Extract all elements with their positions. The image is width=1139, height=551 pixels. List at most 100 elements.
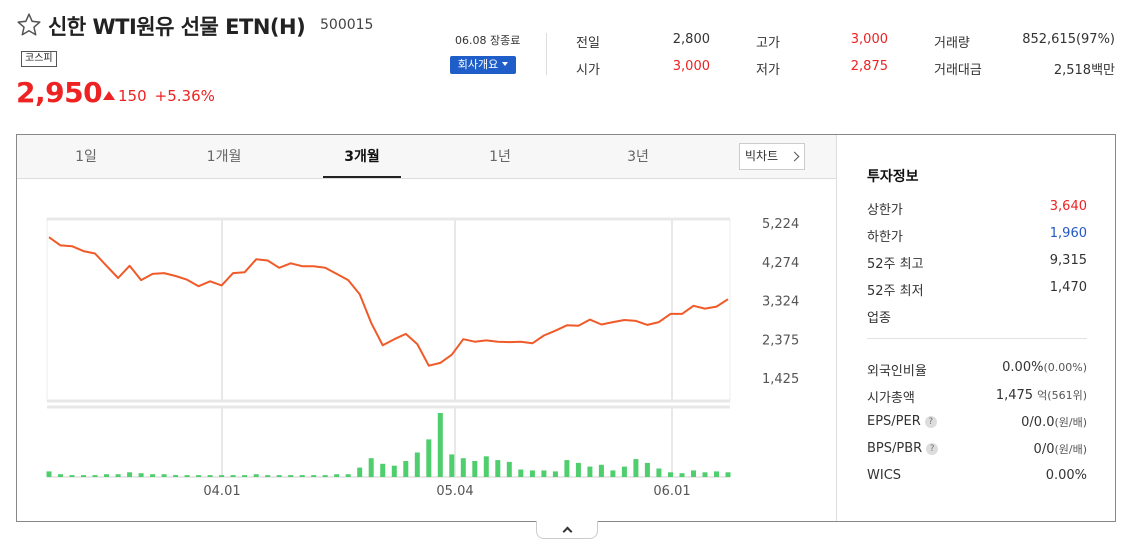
volume-value: 852,615(97%): [1022, 32, 1115, 47]
lower-limit-label: 하한가: [867, 230, 903, 245]
high-label: 고가: [756, 36, 780, 51]
volume-bar: [380, 463, 386, 477]
52week-low-label: 52주 최저: [867, 284, 924, 299]
lower-limit-row: 하한가 1,960: [867, 226, 1087, 245]
active-tab-indicator: [323, 176, 401, 178]
volume-bar: [69, 475, 75, 477]
investment-info-panel: 투자정보 상한가 3,640 하한가 1,960 52주 최고 9,315 52…: [837, 135, 1115, 521]
wics-value: 0.00%: [1045, 468, 1087, 483]
stock-code: 500015: [320, 17, 374, 33]
volume-bar: [357, 467, 363, 477]
market-cap-row: 시가총액 1,475 억(561위): [867, 387, 1087, 406]
sector-row: 업종: [867, 307, 1087, 326]
lower-limit-value: 1,960: [1049, 226, 1087, 241]
tab-1day[interactable]: 1일: [46, 135, 126, 179]
foreign-ratio-value: 0.00%: [1002, 360, 1044, 375]
volume-bar: [311, 475, 317, 477]
market-badge: 코스피: [21, 51, 57, 67]
volume-bar: [196, 475, 202, 477]
foreign-ratio-label: 외국인비율: [867, 364, 927, 379]
volume-bar: [345, 474, 351, 477]
open-value: 3,000: [672, 59, 710, 74]
change-amount: 150: [118, 87, 147, 105]
market-cap-value: 1,475: [995, 388, 1034, 403]
bps-pbr-value: 0/0: [1033, 442, 1055, 457]
volume-bar: [288, 475, 294, 477]
bps-pbr-unit: (원/배): [1054, 443, 1087, 456]
tab-1month[interactable]: 1개월: [184, 135, 264, 179]
amount-label: 거래대금: [934, 63, 982, 78]
low-label: 저가: [756, 63, 780, 78]
upper-limit-row: 상한가 3,640: [867, 199, 1087, 218]
volume-bar: [668, 472, 673, 477]
volume-bar: [495, 460, 501, 477]
caret-down-icon: [502, 62, 509, 66]
volume-bar: [633, 459, 639, 477]
stock-name: 신한 WTI원유 선물 ETN(H): [48, 15, 306, 39]
y-tick-label: 3,324: [762, 295, 799, 310]
current-price: 2,950: [16, 76, 103, 109]
volume-bar: [322, 475, 328, 477]
volume-bar: [138, 473, 144, 477]
volume-bar: [219, 475, 225, 477]
help-icon[interactable]: ?: [924, 416, 937, 428]
volume-bar: [46, 471, 52, 477]
price-series-line: [48, 236, 729, 367]
volume-bar: [598, 464, 604, 477]
volume-bar: [426, 439, 432, 477]
bps-pbr-label: BPS/PBR: [867, 441, 923, 456]
company-overview-button[interactable]: 회사개요: [450, 56, 516, 74]
open-label: 시가: [576, 63, 600, 78]
volume-bar: [518, 469, 524, 477]
volume-bar: [541, 470, 547, 477]
period-tabs: 1일 1개월 3개월 1년 3년 빅차트: [17, 135, 836, 179]
tab-1year[interactable]: 1년: [460, 135, 540, 179]
volume-bar: [725, 472, 731, 477]
price-grid-frame: [46, 218, 731, 402]
up-arrow-icon: [103, 91, 115, 100]
price-chart[interactable]: 5,224 4,274 3,324 2,375 1,425 04.01 05.04 06.01: [17, 179, 836, 521]
collapse-toggle[interactable]: [536, 521, 598, 539]
volume-bar: [334, 474, 340, 477]
chevron-right-icon: [789, 151, 800, 162]
eps-per-value: 0/0.0: [1021, 415, 1055, 430]
volume-bar: [104, 474, 109, 477]
volume-bar: [173, 475, 179, 477]
volume-bar: [276, 475, 282, 477]
market-cap-label: 시가총액: [867, 391, 915, 406]
volume-bar: [115, 474, 121, 477]
y-tick-label: 5,224: [762, 217, 799, 232]
volume-bar: [253, 474, 259, 477]
volume-bar: [714, 471, 719, 477]
help-icon[interactable]: ?: [926, 443, 939, 455]
volume-bar: [391, 465, 397, 477]
bigchart-button[interactable]: 빅차트: [739, 143, 805, 170]
market-cap-rank: (561위): [1047, 389, 1087, 402]
volume-bar: [150, 474, 156, 477]
volume-bar: [621, 466, 627, 477]
chevron-up-icon: [562, 526, 573, 537]
wics-row: WICS 0.00%: [867, 468, 1087, 486]
volume-bar: [610, 470, 616, 477]
sector-label: 업종: [867, 311, 891, 326]
eps-per-row: EPS/PER? 0/0.0(원/배): [867, 414, 1087, 432]
y-tick-label: 4,274: [762, 256, 799, 271]
market-status: 06.08 장종료: [455, 34, 521, 47]
change-percent: +5.36%: [154, 87, 215, 105]
volume-bar: [92, 475, 98, 477]
header-divider: [546, 33, 547, 75]
volume-bar: [691, 470, 696, 477]
volume-bar: [460, 458, 466, 477]
tab-3year[interactable]: 3년: [598, 135, 678, 179]
favorite-star-icon[interactable]: [16, 12, 42, 38]
52week-low-value: 1,470: [1049, 280, 1087, 295]
x-tick-label: 04.01: [203, 484, 240, 499]
volume-bar: [161, 474, 167, 477]
volume-bar: [644, 462, 650, 477]
volume-bar: [368, 458, 374, 477]
tab-3month[interactable]: 3개월: [322, 135, 402, 179]
volume-bar: [81, 475, 86, 477]
info-title: 투자정보: [867, 169, 919, 185]
volume-bar: [449, 454, 455, 477]
52week-high-value: 9,315: [1049, 253, 1087, 268]
